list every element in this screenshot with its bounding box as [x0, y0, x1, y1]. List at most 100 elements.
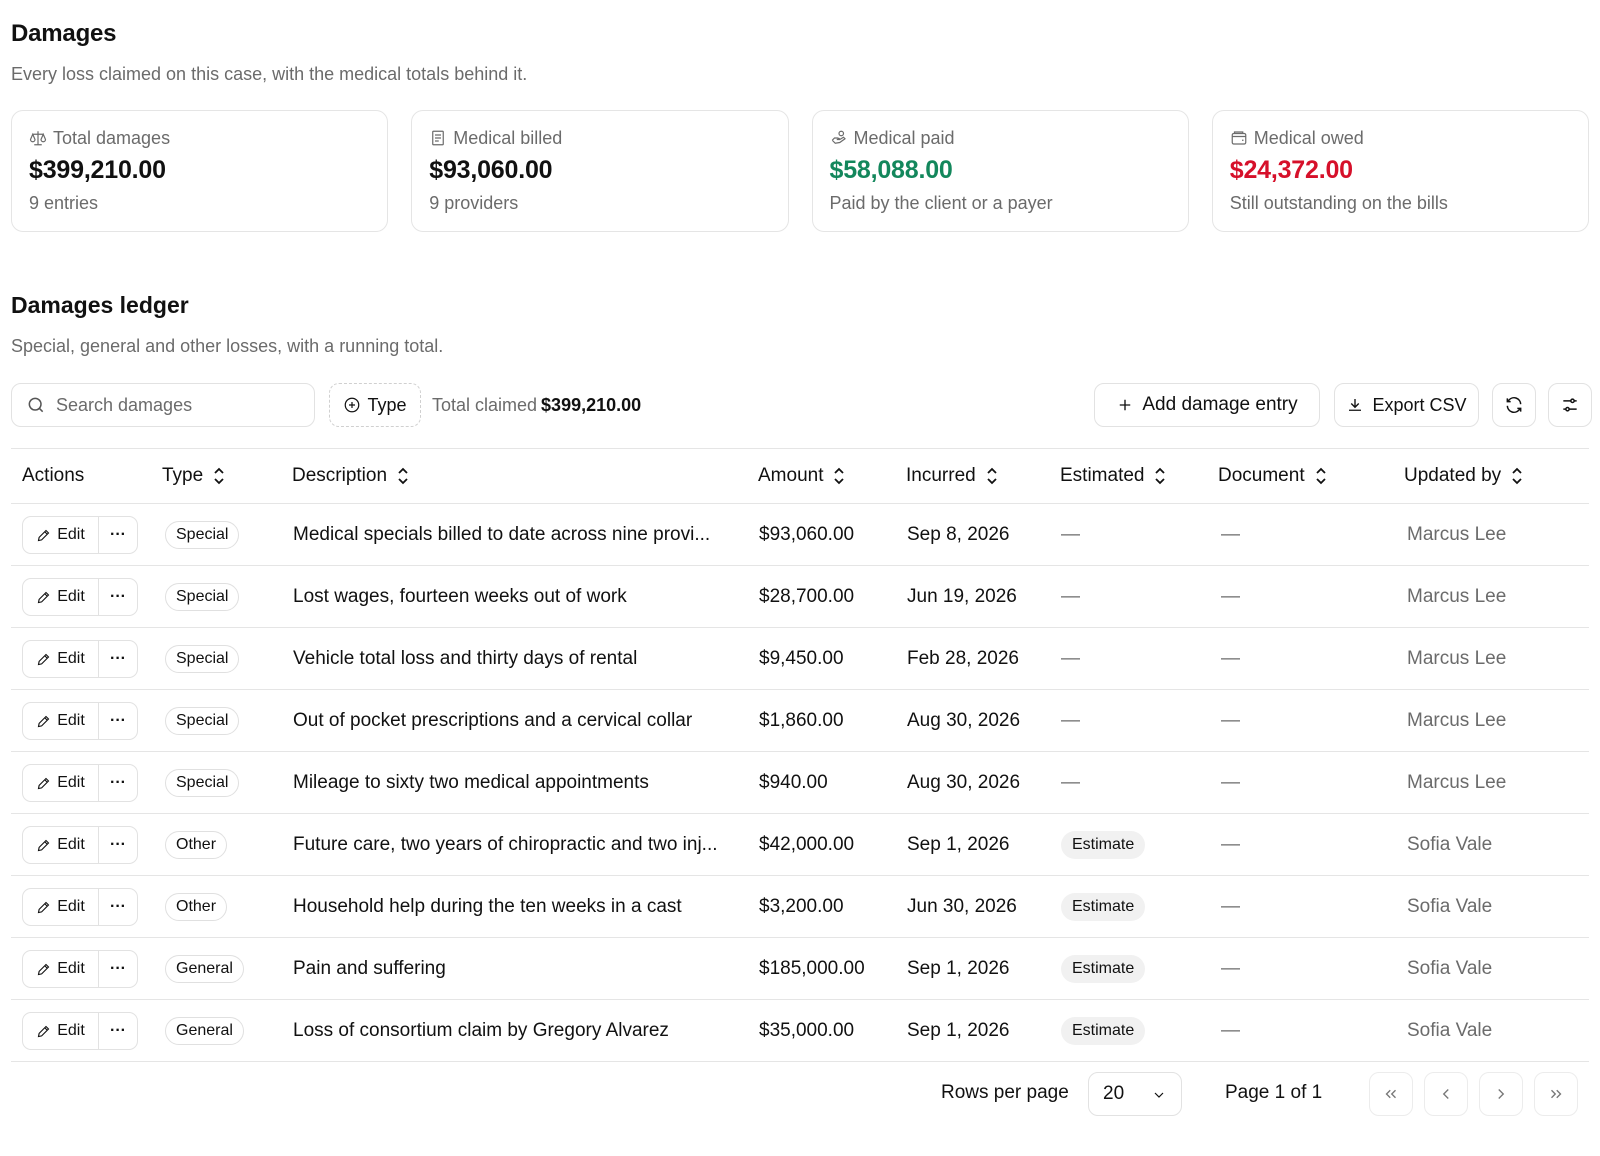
previous-page-button[interactable]	[1424, 1072, 1468, 1116]
amount-cell: $3,200.00	[759, 896, 844, 917]
card-label: Total damages	[53, 127, 171, 148]
document-cell: —	[1221, 958, 1240, 979]
card-foot: 9 entries	[29, 193, 99, 213]
card-foot: Still outstanding on the bills	[1229, 193, 1448, 213]
more-options-button[interactable]: ···	[99, 579, 137, 615]
view-settings-button[interactable]	[1548, 383, 1592, 427]
more-options-button[interactable]: ···	[99, 889, 137, 925]
description-cell: Mileage to sixty two medical appointment…	[293, 772, 649, 793]
updated-by-cell: Sofia Vale	[1407, 834, 1493, 855]
add-damage-entry-button[interactable]: Add damage entry	[1094, 383, 1320, 427]
type-badge: General	[165, 1017, 244, 1045]
more-options-button[interactable]: ···	[99, 827, 137, 863]
column-header-document[interactable]: Document	[1218, 465, 1329, 487]
document-cell: —	[1221, 772, 1240, 793]
column-header-updated-by[interactable]: Updated by	[1404, 465, 1525, 487]
row-actions: Edit ···	[22, 950, 138, 988]
description-cell: Future care, two years of chiropractic a…	[293, 834, 718, 855]
column-header-description[interactable]: Description	[292, 465, 411, 487]
rows-per-page-label: Rows per page	[941, 1082, 1069, 1103]
pencil-icon	[37, 839, 50, 851]
card-label: Medical owed	[1253, 127, 1364, 148]
more-icon: ···	[110, 898, 126, 915]
card-medical-owed: Medical owed $24,372.00 Still outstandin…	[1211, 110, 1589, 232]
edit-button[interactable]: Edit	[23, 765, 99, 801]
card-medical-billed: Medical billed $93,060.00 9 providers	[411, 110, 789, 232]
download-icon	[1349, 399, 1362, 411]
edit-button[interactable]: Edit	[23, 827, 99, 863]
column-header-type[interactable]: Type	[162, 465, 227, 487]
incurred-cell: Sep 1, 2026	[907, 834, 1010, 855]
rows-per-page-select[interactable]: 20	[1088, 1072, 1182, 1116]
plus-circle-icon	[345, 397, 360, 413]
search-input[interactable]	[56, 394, 286, 416]
refresh-button[interactable]	[1492, 383, 1536, 427]
amount-cell: $42,000.00	[759, 834, 855, 855]
edit-button[interactable]: Edit	[23, 579, 99, 615]
type-filter-button[interactable]: Type	[329, 383, 421, 427]
next-page-button[interactable]	[1479, 1072, 1523, 1116]
estimate-badge: Estimate	[1061, 831, 1146, 859]
amount-cell: $9,450.00	[759, 648, 844, 669]
ledger-toolbar: Type Total claimed$399,210.00 Add damage…	[11, 383, 1592, 427]
chevron-left-icon	[1442, 1089, 1449, 1099]
table-row: Edit ··· Special Mileage to sixty two medic…	[11, 752, 1589, 814]
edit-button[interactable]: Edit	[23, 703, 99, 739]
document-cell: —	[1221, 524, 1240, 545]
card-foot: 9 providers	[429, 193, 519, 213]
incurred-cell: Sep 1, 2026	[907, 1020, 1010, 1041]
edit-button[interactable]: Edit	[23, 889, 99, 925]
more-options-button[interactable]: ···	[99, 1013, 137, 1049]
description-cell: Vehicle total loss and thirty days of re…	[293, 648, 638, 669]
updated-by-cell: Marcus Lee	[1407, 710, 1507, 731]
sort-icon	[398, 467, 408, 485]
type-badge: General	[165, 955, 244, 983]
row-actions: Edit ···	[22, 640, 138, 678]
edit-button[interactable]: Edit	[23, 1013, 99, 1049]
edit-button[interactable]: Edit	[23, 951, 99, 987]
document-cell: —	[1221, 586, 1240, 607]
column-header-amount[interactable]: Amount	[758, 465, 847, 487]
first-page-button[interactable]	[1369, 1072, 1413, 1116]
estimated-cell: —	[1061, 772, 1080, 793]
description-cell: Medical specials billed to date across n…	[293, 524, 711, 545]
more-options-button[interactable]: ···	[99, 951, 137, 987]
more-options-button[interactable]: ···	[99, 641, 137, 677]
row-actions: Edit ···	[22, 516, 138, 554]
export-csv-button[interactable]: Export CSV	[1334, 383, 1479, 427]
more-options-button[interactable]: ···	[99, 517, 137, 553]
total-claimed: Total claimed $399,210.00	[432, 395, 641, 416]
type-filter-label: Type	[367, 394, 407, 415]
more-options-button[interactable]: ···	[99, 765, 137, 801]
amount-cell: $185,000.00	[759, 958, 865, 979]
table-row: Edit ··· Special Vehicle total loss and thi…	[11, 628, 1589, 690]
type-badge: Special	[165, 645, 240, 673]
column-header-incurred[interactable]: Incurred	[906, 465, 1000, 487]
updated-by-cell: Marcus Lee	[1407, 524, 1507, 545]
more-options-button[interactable]: ···	[99, 703, 137, 739]
sort-icon	[1512, 467, 1522, 485]
updated-by-cell: Marcus Lee	[1407, 586, 1507, 607]
incurred-cell: Aug 30, 2026	[907, 772, 1021, 793]
chevron-right-icon	[1498, 1089, 1505, 1099]
incurred-cell: Jun 30, 2026	[907, 896, 1017, 917]
edit-button[interactable]: Edit	[23, 641, 99, 677]
estimate-badge: Estimate	[1061, 955, 1146, 983]
sort-icon	[987, 467, 997, 485]
edit-label: Edit	[57, 588, 85, 605]
refresh-icon	[1506, 396, 1522, 414]
column-header-estimated[interactable]: Estimated	[1060, 465, 1168, 487]
last-page-button[interactable]	[1534, 1072, 1578, 1116]
table-row: Edit ··· Other Household help during the te…	[11, 876, 1589, 938]
updated-by-cell: Marcus Lee	[1407, 648, 1507, 669]
receipt-icon	[432, 130, 445, 146]
estimate-badge: Estimate	[1061, 1017, 1146, 1045]
amount-cell: $28,700.00	[759, 586, 855, 607]
search-box[interactable]	[11, 383, 315, 427]
edit-button[interactable]: Edit	[23, 517, 99, 553]
description-cell: Loss of consortium claim by Gregory Alva…	[293, 1020, 669, 1041]
table-row: Edit ··· General Pain and suffering $185,000…	[11, 938, 1589, 1000]
pencil-icon	[37, 715, 50, 727]
row-actions: Edit ···	[22, 578, 138, 616]
page-title: Damages	[11, 20, 117, 47]
